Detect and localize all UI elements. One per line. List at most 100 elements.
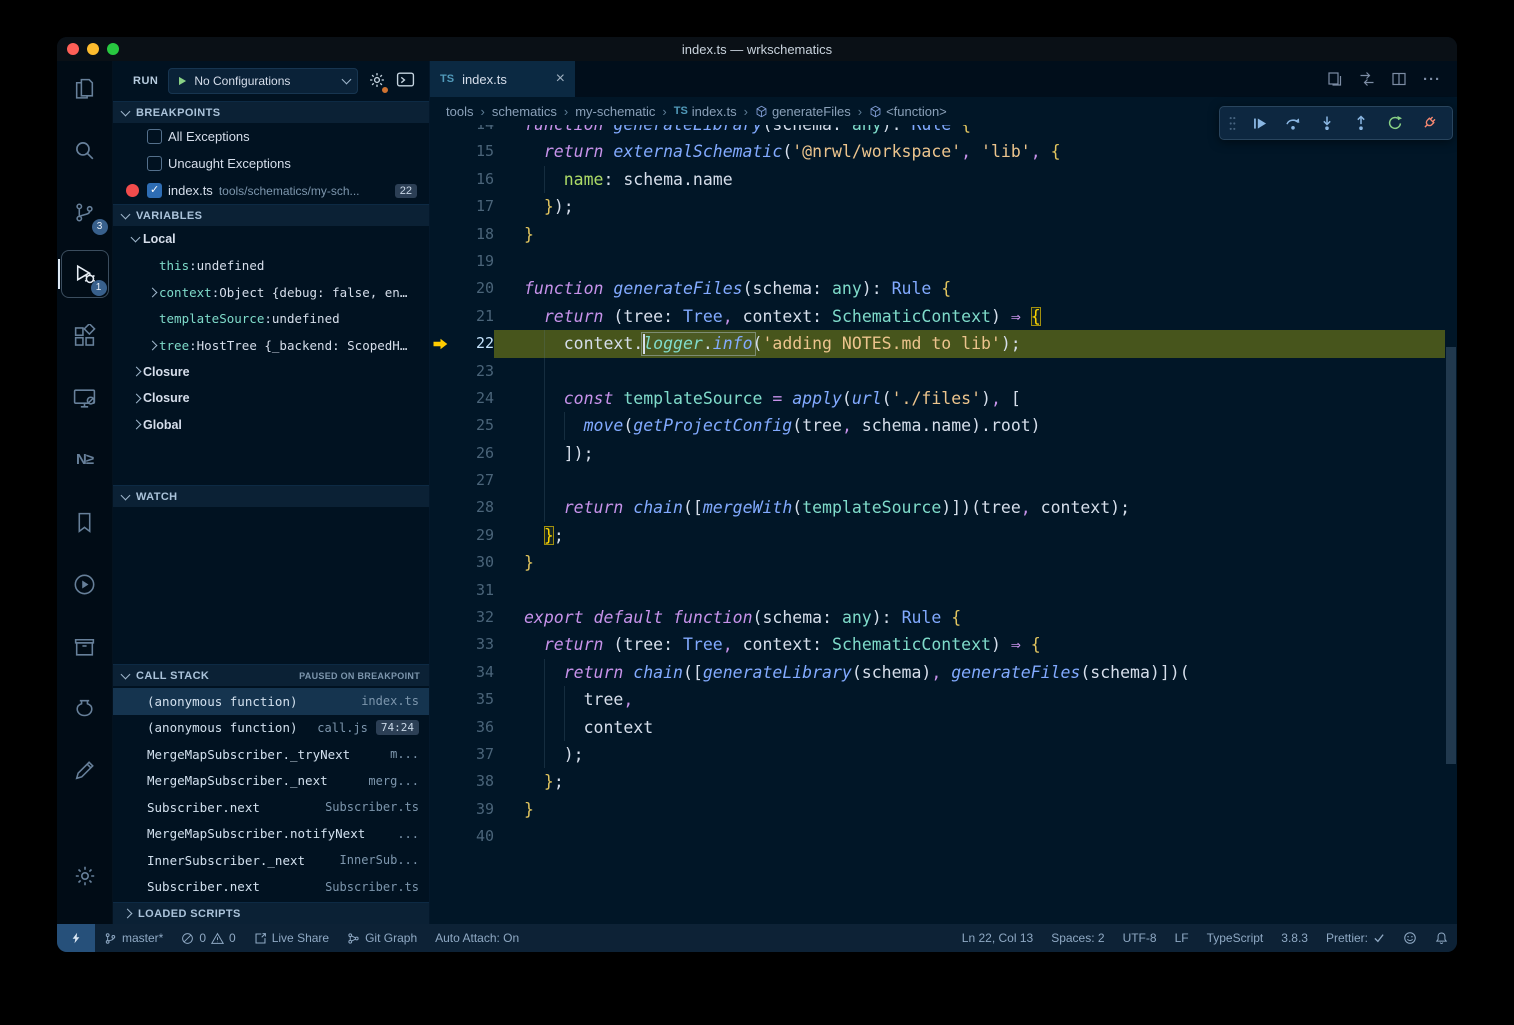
code-editor[interactable]: 14function generateLibrary(schema: any):… [430, 125, 1457, 924]
compare-button[interactable] [1359, 71, 1375, 87]
line-number[interactable]: 37 [454, 741, 494, 768]
code-line-34[interactable]: 34 return chain([generateLibrary(schema)… [430, 659, 1445, 686]
callstack-frame[interactable]: MergeMapSubscriber.notifyNext... [113, 821, 429, 848]
code-line-30[interactable]: 30} [430, 549, 1445, 576]
status-item-prettier[interactable]: Prettier: [1317, 924, 1394, 952]
code-line-18[interactable]: 18} [430, 221, 1445, 248]
close-window-button[interactable] [67, 43, 79, 55]
minimize-window-button[interactable] [87, 43, 99, 55]
gutter-glyph[interactable] [430, 604, 454, 631]
gutter-glyph[interactable] [430, 686, 454, 713]
status-item-notifications[interactable] [1426, 924, 1457, 952]
activity-item-run-circle[interactable] [61, 560, 109, 608]
scrollbar-thumb[interactable] [1446, 347, 1456, 764]
breadcrumb-generatefiles[interactable]: generateFiles [755, 104, 851, 119]
code-line-27[interactable]: 27 [430, 467, 1445, 494]
line-number[interactable]: 32 [454, 604, 494, 631]
status-item-ts-version[interactable]: 3.8.3 [1272, 924, 1317, 952]
debug-console-button[interactable] [396, 71, 415, 91]
restart-button[interactable] [1378, 108, 1412, 138]
gripper-icon[interactable] [1228, 115, 1237, 132]
gutter-glyph[interactable] [430, 358, 454, 385]
zoom-window-button[interactable] [107, 43, 119, 55]
line-number[interactable]: 27 [454, 467, 494, 494]
gutter-glyph[interactable] [430, 193, 454, 220]
line-number[interactable]: 34 [454, 659, 494, 686]
code-line-28[interactable]: 28 return chain([mergeWith(templateSourc… [430, 494, 1445, 521]
gutter-glyph[interactable] [430, 714, 454, 741]
code-line-19[interactable]: 19 [430, 248, 1445, 275]
gutter-glyph[interactable] [430, 221, 454, 248]
gutter-glyph[interactable] [430, 522, 454, 549]
breakpoint-item[interactable]: All Exceptions [113, 123, 429, 150]
line-number[interactable]: 20 [454, 275, 494, 302]
code-line-15[interactable]: 15 return externalSchematic('@nrwl/works… [430, 138, 1445, 165]
variable-row-Closure[interactable]: Closure [113, 385, 429, 412]
line-number[interactable]: 36 [454, 714, 494, 741]
breakpoint-item[interactable]: index.tstools/schematics/my-sch...22 [113, 177, 429, 204]
debug-current-line-icon[interactable] [430, 330, 454, 357]
gutter-glyph[interactable] [430, 494, 454, 521]
split-editor-button[interactable] [1391, 71, 1407, 87]
line-number[interactable]: 26 [454, 440, 494, 467]
line-number[interactable]: 17 [454, 193, 494, 220]
callstack-frame[interactable]: (anonymous function)index.ts [113, 688, 429, 715]
code-line-38[interactable]: 38 }; [430, 768, 1445, 795]
gutter-glyph[interactable] [430, 303, 454, 330]
code-line-39[interactable]: 39} [430, 796, 1445, 823]
breakpoint-checkbox[interactable] [147, 183, 162, 198]
line-number[interactable]: 16 [454, 166, 494, 193]
disconnect-button[interactable] [1412, 108, 1446, 138]
gutter-glyph[interactable] [430, 248, 454, 275]
variable-row-tree[interactable]: tree: HostTree {_backend: ScopedH… [113, 332, 429, 359]
line-number[interactable]: 29 [454, 522, 494, 549]
debug-configuration-dropdown[interactable]: No Configurations [168, 68, 358, 94]
gutter-glyph[interactable] [430, 412, 454, 439]
activity-item-bookmarks[interactable] [61, 498, 109, 546]
code-line-24[interactable]: 24 const templateSource = apply(url('./f… [430, 385, 1445, 412]
line-number[interactable]: 19 [454, 248, 494, 275]
activity-item-nx-console[interactable]: N≥ [61, 436, 109, 484]
gutter-glyph[interactable] [430, 631, 454, 658]
breadcrumb-indexts[interactable]: TSindex.ts [674, 104, 737, 119]
breadcrumb-myschematic[interactable]: my-schematic [575, 104, 655, 119]
line-number[interactable]: 28 [454, 494, 494, 521]
gutter-glyph[interactable] [430, 125, 454, 138]
continue-button[interactable] [1242, 108, 1276, 138]
gutter-glyph[interactable] [430, 440, 454, 467]
variable-row-Global[interactable]: Global [113, 412, 429, 439]
code-line-26[interactable]: 26 ]); [430, 440, 1445, 467]
call-stack-section-header[interactable]: CALL STACK PAUSED ON BREAKPOINT [113, 664, 429, 686]
breakpoints-section-header[interactable]: BREAKPOINTS [113, 101, 429, 123]
line-number[interactable]: 24 [454, 385, 494, 412]
variable-row-context[interactable]: context: Object {debug: false, en… [113, 279, 429, 306]
activity-item-containers[interactable] [61, 684, 109, 732]
callstack-frame[interactable]: Subscriber.nextSubscriber.ts [113, 874, 429, 901]
line-number[interactable]: 25 [454, 412, 494, 439]
code-line-22[interactable]: 22 context.logger.info('adding NOTES.md … [430, 330, 1445, 357]
more-actions-button[interactable]: ··· [1423, 71, 1441, 88]
variable-row-Local[interactable]: Local [113, 226, 429, 253]
code-line-16[interactable]: 16 name: schema.name [430, 166, 1445, 193]
gutter-glyph[interactable] [430, 796, 454, 823]
gutter-glyph[interactable] [430, 275, 454, 302]
code-line-32[interactable]: 32export default function(schema: any): … [430, 604, 1445, 631]
status-item-encoding[interactable]: UTF-8 [1114, 924, 1166, 952]
code-line-37[interactable]: 37 ); [430, 741, 1445, 768]
step-over-button[interactable] [1276, 108, 1310, 138]
status-item-cursor-position[interactable]: Ln 22, Col 13 [953, 924, 1042, 952]
variables-section-header[interactable]: VARIABLES [113, 204, 429, 226]
code-line-25[interactable]: 25 move(getProjectConfig(tree, schema.na… [430, 412, 1445, 439]
breakpoint-checkbox[interactable] [147, 129, 162, 144]
status-item-problems[interactable]: 00 [172, 924, 244, 952]
gutter-glyph[interactable] [430, 823, 454, 850]
activity-item-remote-explorer[interactable] [61, 374, 109, 422]
gutter-glyph[interactable] [430, 138, 454, 165]
line-number[interactable]: 40 [454, 823, 494, 850]
step-out-button[interactable] [1344, 108, 1378, 138]
status-item-remote[interactable] [57, 924, 95, 952]
line-number[interactable]: 38 [454, 768, 494, 795]
status-item-live-share[interactable]: Live Share [245, 924, 338, 952]
status-item-language-mode[interactable]: TypeScript [1198, 924, 1273, 952]
line-number[interactable]: 15 [454, 138, 494, 165]
